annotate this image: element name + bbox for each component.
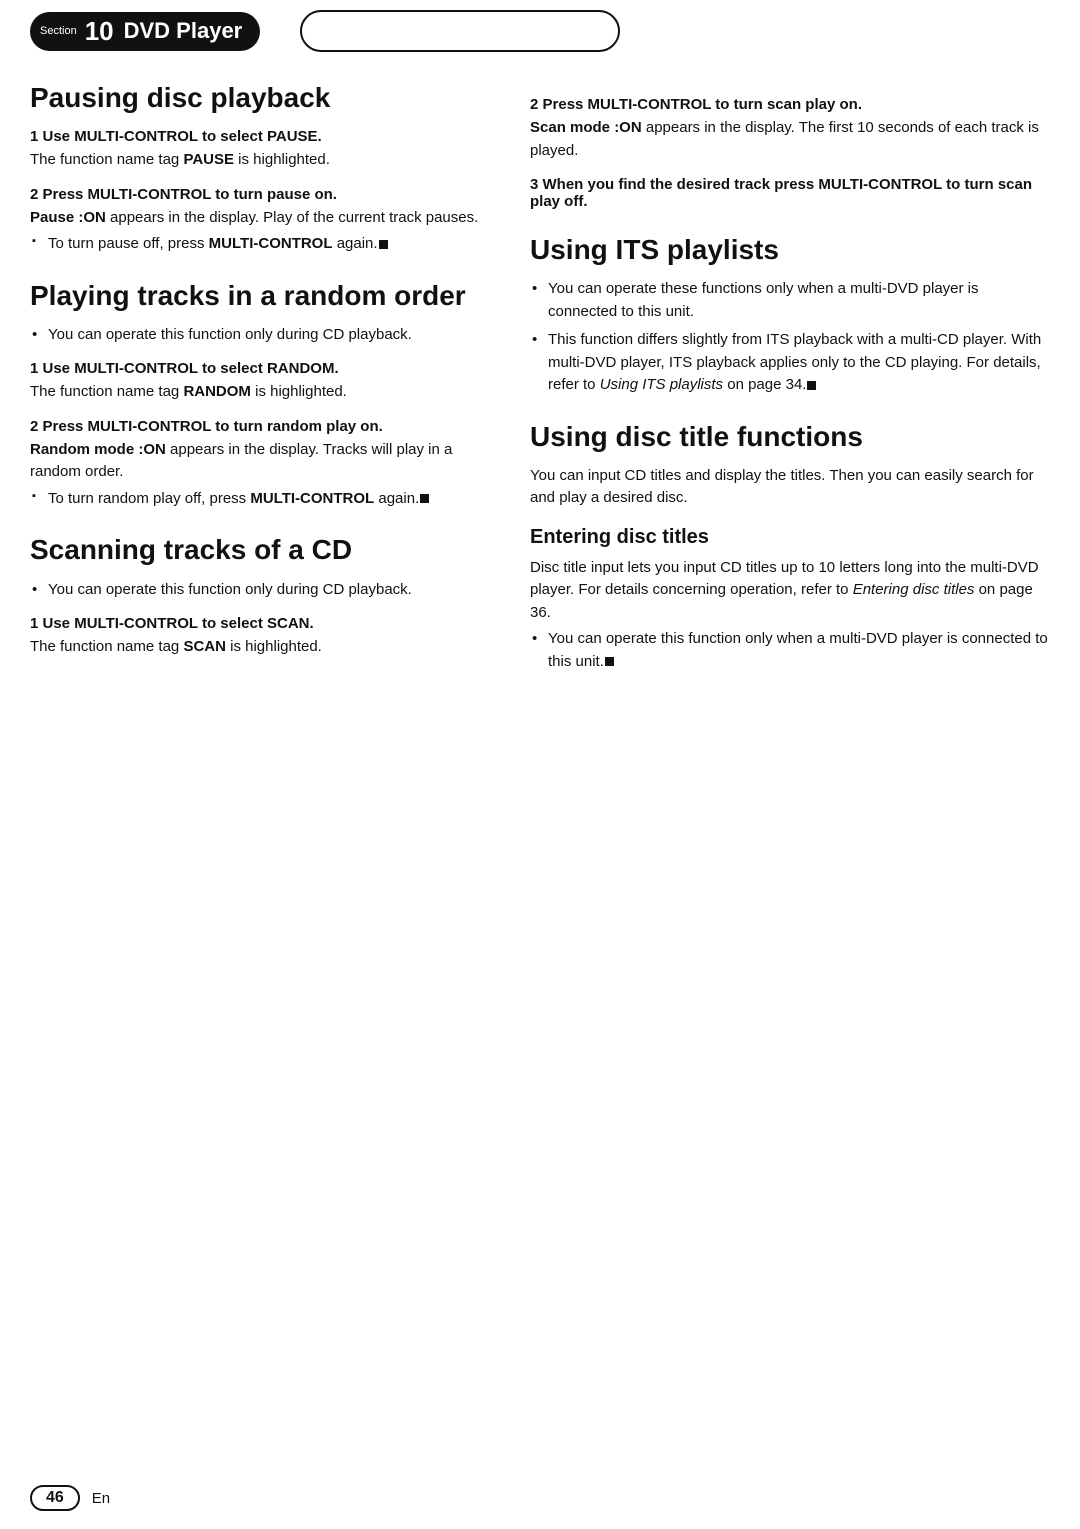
page-footer: 46 En: [30, 1485, 110, 1511]
scan-step2-body: Scan mode :ON appears in the display. Th…: [530, 117, 1050, 162]
disc-title-bullets: You can operate this function only when …: [530, 628, 1050, 673]
section-title: DVD Player: [124, 18, 243, 44]
entering-disc-body: Disc title input lets you input CD title…: [530, 557, 1050, 625]
its-italic: Using ITS playlists: [600, 376, 723, 393]
random-bold: RANDOM: [183, 383, 251, 400]
pausing-section: Pausing disc playback 1 Use MULTI-CONTRO…: [30, 82, 490, 256]
its-bullets: You can operate these functions only whe…: [530, 278, 1050, 397]
pausing-step2-body: Pause :ON appears in the display. Play o…: [30, 207, 490, 230]
scanning-step1-body: The function name tag SCAN is highlighte…: [30, 636, 490, 659]
scan-bold: SCAN: [183, 638, 226, 655]
scan-on-bold: Scan mode :ON: [530, 119, 642, 136]
right-column: 2 Press MULTI-CONTROL to turn scan play …: [530, 82, 1050, 697]
left-column: Pausing disc playback 1 Use MULTI-CONTRO…: [30, 82, 490, 697]
pause-on-bold: Pause :ON: [30, 209, 106, 226]
scanning-step1-heading: 1 Use MULTI-CONTROL to select SCAN.: [30, 615, 490, 632]
section-badge: Section 10 DVD Player: [30, 12, 260, 51]
its-bullet-1: You can operate these functions only whe…: [530, 278, 1050, 323]
pausing-step2-heading: 2 Press MULTI-CONTROL to turn pause on.: [30, 186, 490, 203]
scan-step3-heading: 3 When you find the desired track press …: [530, 176, 1050, 210]
section-number: 10: [85, 16, 114, 47]
random-title: Playing tracks in a random order: [30, 280, 490, 312]
multi-control-bold: MULTI-CONTROL: [209, 235, 333, 252]
multi-control-bold-2: MULTI-CONTROL: [250, 490, 374, 507]
page-lang: En: [92, 1490, 110, 1507]
its-title: Using ITS playlists: [530, 234, 1050, 266]
pausing-title: Pausing disc playback: [30, 82, 490, 114]
entering-italic: Entering disc titles: [853, 581, 975, 598]
pausing-step1-body: The function name tag PAUSE is highlight…: [30, 149, 490, 172]
page-number: 46: [30, 1485, 80, 1511]
random-step1-body: The function name tag RANDOM is highligh…: [30, 381, 490, 404]
random-bullets: You can operate this function only durin…: [30, 324, 490, 347]
main-content: Pausing disc playback 1 Use MULTI-CONTRO…: [0, 52, 1080, 697]
square-symbol-3: [807, 381, 816, 390]
scanning-bullet-1: You can operate this function only durin…: [30, 579, 490, 602]
random-step2-arrow: To turn random play off, press MULTI-CON…: [30, 488, 490, 511]
scanning-section: Scanning tracks of a CD You can operate …: [30, 534, 490, 658]
square-symbol: [379, 240, 388, 249]
page-header: Section 10 DVD Player: [0, 0, 1080, 52]
random-step2-heading: 2 Press MULTI-CONTROL to turn random pla…: [30, 418, 490, 435]
random-on-bold: Random mode :ON: [30, 441, 166, 458]
random-section: Playing tracks in a random order You can…: [30, 280, 490, 511]
scan-step2-heading: 2 Press MULTI-CONTROL to turn scan play …: [530, 96, 1050, 113]
random-step2-body: Random mode :ON appears in the display. …: [30, 439, 490, 484]
disc-title-heading: Using disc title functions: [530, 421, 1050, 453]
square-symbol-2: [420, 494, 429, 503]
pausing-step1-heading: 1 Use MULTI-CONTROL to select PAUSE.: [30, 128, 490, 145]
header-right-box: [300, 10, 620, 52]
random-bullet-1: You can operate this function only durin…: [30, 324, 490, 347]
pause-bold: PAUSE: [183, 151, 234, 168]
scanning-bullets: You can operate this function only durin…: [30, 579, 490, 602]
scan-continued-section: 2 Press MULTI-CONTROL to turn scan play …: [530, 96, 1050, 210]
disc-title-section: Using disc title functions You can input…: [530, 421, 1050, 674]
pausing-step2-arrow: To turn pause off, press MULTI-CONTROL a…: [30, 233, 490, 256]
its-bullet-2: This function differs slightly from ITS …: [530, 329, 1050, 397]
its-section: Using ITS playlists You can operate thes…: [530, 234, 1050, 397]
scanning-title: Scanning tracks of a CD: [30, 534, 490, 566]
square-symbol-4: [605, 657, 614, 666]
section-label: Section: [40, 25, 77, 37]
disc-title-body: You can input CD titles and display the …: [530, 465, 1050, 510]
entering-disc-titles-heading: Entering disc titles: [530, 526, 1050, 549]
random-step1-heading: 1 Use MULTI-CONTROL to select RANDOM.: [30, 360, 490, 377]
disc-title-bullet-1: You can operate this function only when …: [530, 628, 1050, 673]
